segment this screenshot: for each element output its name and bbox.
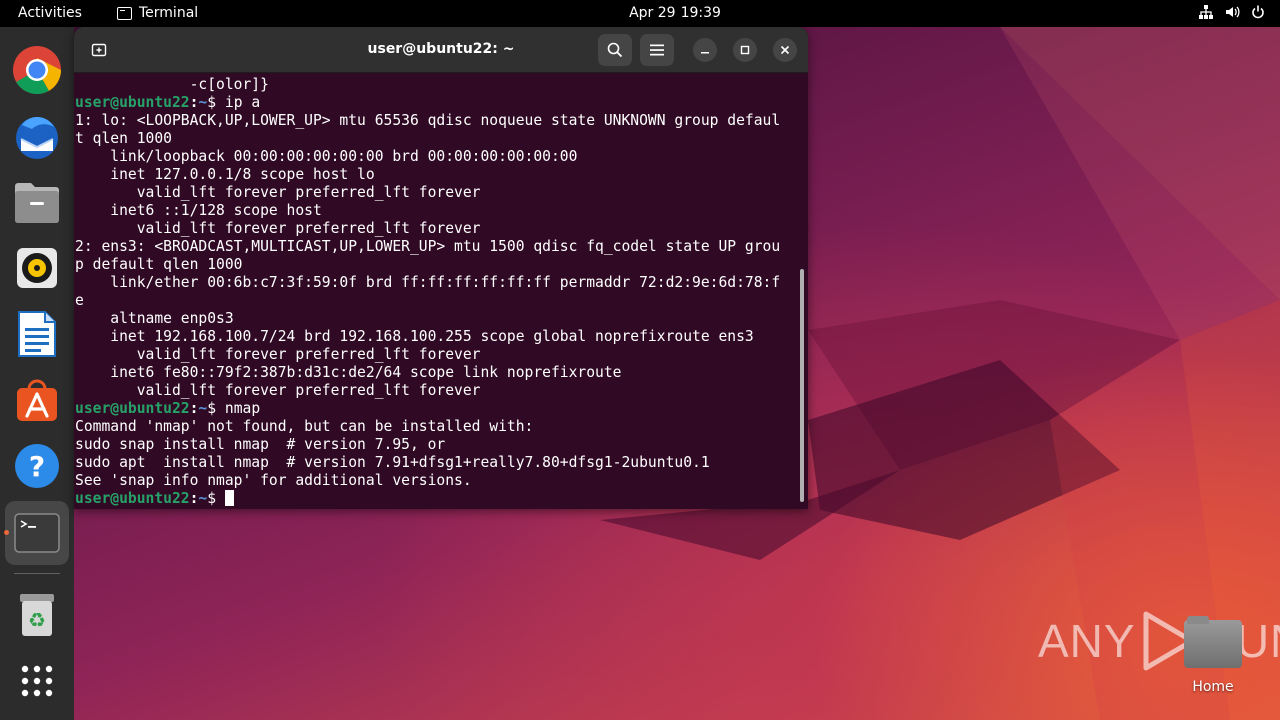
chrome-icon	[13, 46, 62, 95]
prompt-user: user@ubuntu22	[75, 490, 190, 507]
output-line: sudo snap install nmap # version 7.95, o…	[75, 436, 446, 453]
minimize-icon	[701, 52, 709, 54]
output-line: altname enp0s3	[75, 310, 234, 327]
maximize-button[interactable]	[733, 38, 757, 62]
prompt-user: user@ubuntu22	[75, 94, 190, 111]
output-line: inet 192.168.100.7/24 brd 192.168.100.25…	[75, 328, 754, 345]
terminal-window[interactable]: user@ubuntu22: ~ -c[olor]} user@ubuntu22…	[74, 27, 808, 509]
maximize-icon	[740, 45, 750, 55]
clock-time: 19:39	[680, 5, 721, 21]
top-bar: Activities Terminal Apr 29 19:39	[0, 0, 1280, 27]
terminal-icon	[14, 513, 60, 553]
help-icon: ?	[15, 444, 59, 488]
prompt-path: ~	[198, 490, 208, 507]
close-button[interactable]	[773, 38, 797, 62]
terminal-cursor	[224, 490, 234, 506]
rhythmbox-icon	[17, 248, 57, 288]
terminal-titlebar[interactable]: user@ubuntu22: ~	[74, 27, 808, 73]
output-line: valid_lft forever preferred_lft forever	[75, 184, 481, 201]
prompt-command: $	[207, 490, 225, 507]
svg-text:?: ?	[29, 450, 45, 483]
output-line: valid_lft forever preferred_lft forever	[75, 382, 481, 399]
output-line: t qlen 1000	[75, 130, 172, 147]
anyrun-watermark: ANY RUN	[1038, 610, 1280, 672]
dock-chrome[interactable]	[11, 44, 63, 96]
prompt-line: user@ubuntu22:~$	[75, 490, 798, 508]
dock-thunderbird[interactable]	[11, 110, 63, 162]
output-line: link/loopback 00:00:00:00:00:00 brd 00:0…	[75, 148, 578, 165]
hamburger-icon	[650, 44, 664, 56]
prompt-command: $ nmap	[207, 400, 261, 417]
prompt-path: ~	[198, 400, 208, 417]
output-line: valid_lft forever preferred_lft forever	[75, 220, 481, 237]
dock-rhythmbox[interactable]	[11, 242, 63, 294]
system-tray[interactable]	[1198, 4, 1266, 20]
svg-text:♻: ♻	[28, 608, 46, 632]
close-icon	[780, 45, 790, 55]
output-line: valid_lft forever preferred_lft forever	[75, 346, 481, 363]
writer-icon	[18, 311, 56, 357]
clock-date: Apr 29	[629, 5, 676, 21]
output-line: inet 127.0.0.1/8 scope host lo	[75, 166, 375, 183]
prompt-line: user@ubuntu22:~$ nmap	[75, 400, 798, 418]
network-icon	[1199, 5, 1213, 19]
prompt-command: $ ip a	[207, 94, 261, 111]
scrollbar[interactable]	[800, 269, 804, 502]
output-line: inet6 ::1/128 scope host	[75, 202, 322, 219]
output-line: 1: lo: <LOOPBACK,UP,LOWER_UP> mtu 65536 …	[75, 112, 781, 129]
output-line: inet6 fe80::79f2:387b:d31c:de2/64 scope …	[75, 364, 622, 381]
output-line: -c[olor]}	[75, 76, 269, 93]
home-folder-label[interactable]: Home	[1180, 679, 1246, 695]
dock-files[interactable]	[11, 176, 63, 228]
dock: ? ♻	[0, 27, 74, 720]
files-icon	[15, 183, 59, 223]
prompt-line: user@ubuntu22:~$ ip a	[75, 94, 798, 112]
hamburger-menu-button[interactable]	[640, 34, 674, 66]
dock-app-center[interactable]	[11, 374, 63, 426]
output-line: sudo apt install nmap # version 7.91+dfs…	[75, 454, 710, 471]
search-icon	[607, 42, 623, 58]
volume-icon	[1226, 6, 1240, 18]
search-button[interactable]	[598, 34, 632, 66]
app-center-icon	[17, 379, 57, 421]
power-icon	[1252, 5, 1264, 19]
output-line: See 'snap info nmap' for additional vers…	[75, 472, 472, 489]
output-line: e	[75, 292, 84, 309]
trash-icon: ♻	[20, 594, 54, 636]
home-folder-icon[interactable]	[1184, 616, 1242, 668]
thunderbird-icon	[16, 117, 58, 159]
folder-tab	[1187, 616, 1209, 624]
output-line: p default qlen 1000	[75, 256, 243, 273]
dock-separator	[14, 573, 60, 574]
output-line: 2: ens3: <BROADCAST,MULTICAST,UP,LOWER_U…	[75, 238, 781, 255]
watermark-left: ANY	[1038, 615, 1136, 667]
output-line: link/ether 00:6b:c7:3f:59:0f brd ff:ff:f…	[75, 274, 781, 291]
dock-terminal[interactable]	[5, 501, 69, 565]
prompt-user: user@ubuntu22	[75, 400, 190, 417]
dock-trash[interactable]: ♻	[11, 589, 63, 641]
clock[interactable]: Apr 29 19:39	[0, 5, 1280, 21]
dock-help[interactable]: ?	[11, 440, 63, 492]
minimize-button[interactable]	[693, 38, 717, 62]
dock-libreoffice-writer[interactable]	[11, 308, 63, 360]
show-apps-button[interactable]	[11, 655, 63, 707]
output-line: Command 'nmap' not found, but can be ins…	[75, 418, 534, 435]
grid-icon	[21, 665, 53, 697]
prompt-path: ~	[198, 94, 208, 111]
terminal-output[interactable]: -c[olor]} user@ubuntu22:~$ ip a 1: lo: <LO…	[74, 74, 798, 509]
